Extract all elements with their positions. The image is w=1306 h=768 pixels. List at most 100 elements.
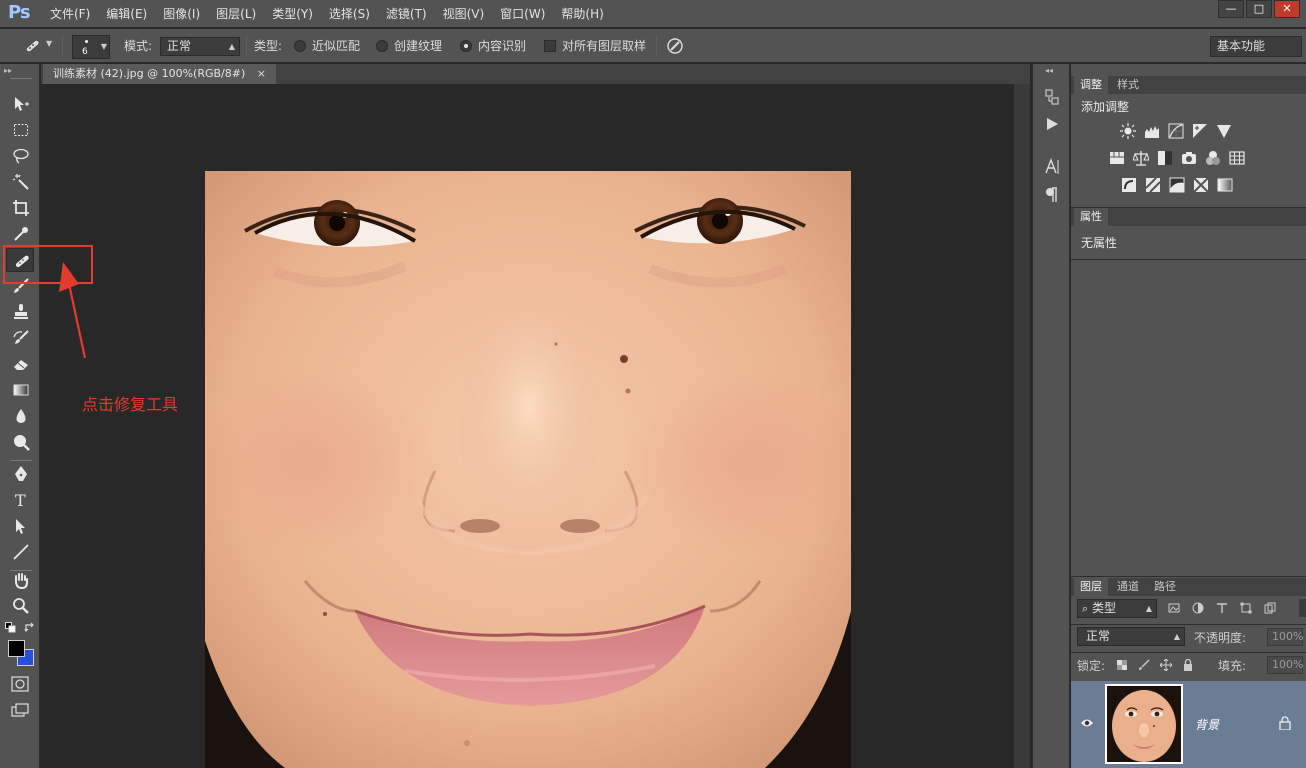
black-white-button[interactable] <box>1157 150 1173 166</box>
filter-smart-object-icon[interactable] <box>1264 602 1276 614</box>
invert-button[interactable] <box>1121 177 1137 193</box>
document-image[interactable] <box>205 171 851 768</box>
tool-zoom[interactable] <box>6 594 34 618</box>
lasso-tool-icon <box>13 148 29 164</box>
mode-select[interactable]: 正常 ▲ <box>160 37 240 56</box>
threshold-button[interactable] <box>1169 177 1185 193</box>
screen-mode-icon[interactable] <box>11 702 29 718</box>
tab-paths[interactable]: 路径 <box>1148 578 1182 596</box>
tool-clone-stamp[interactable] <box>6 300 34 324</box>
tool-path-selection[interactable] <box>6 514 34 538</box>
tool-preset-picker[interactable]: ▼ <box>22 37 52 55</box>
color-lookup-button[interactable] <box>1229 150 1245 166</box>
opacity-input[interactable]: 100% <box>1267 628 1303 646</box>
menu-select[interactable]: 选择(S) <box>321 0 378 28</box>
menu-type[interactable]: 类型(Y) <box>264 0 321 28</box>
tool-history-brush[interactable] <box>6 326 34 350</box>
foreground-color-swatch[interactable] <box>8 640 25 657</box>
updown-arrows-icon: ▲ <box>228 42 235 51</box>
menu-window[interactable]: 窗口(W) <box>492 0 553 28</box>
tool-marquee[interactable] <box>6 118 34 142</box>
tool-pen[interactable] <box>6 462 34 486</box>
tool-gradient[interactable] <box>6 378 34 402</box>
fill-input[interactable]: 100% <box>1267 656 1303 674</box>
color-balance-button[interactable] <box>1132 150 1150 166</box>
eyedropper-icon <box>14 227 28 241</box>
exposure-button[interactable] <box>1192 123 1208 139</box>
lock-transparent-icon[interactable] <box>1116 659 1128 671</box>
close-tab-icon[interactable]: × <box>257 67 266 80</box>
tool-blur[interactable] <box>6 404 34 428</box>
sample-all-layers-checkbox[interactable] <box>544 40 556 52</box>
radio-create-texture[interactable] <box>376 40 388 52</box>
tab-adjustments[interactable]: 调整 <box>1074 76 1108 94</box>
menu-view[interactable]: 视图(V) <box>435 0 493 28</box>
tab-channels[interactable]: 通道 <box>1111 578 1145 596</box>
layer-filter-select[interactable]: ⌕ 类型 ▲ <box>1077 599 1157 618</box>
selective-color-button[interactable] <box>1193 177 1209 193</box>
workspace-switcher[interactable]: 基本功能 <box>1210 36 1302 57</box>
tool-hand[interactable] <box>6 568 34 592</box>
tool-type[interactable]: T <box>6 488 34 512</box>
document-tab[interactable]: 训练素材 (42).jpg @ 100%(RGB/8#) × <box>43 64 276 84</box>
blend-mode-select[interactable]: 正常 ▲ <box>1077 627 1185 646</box>
maximize-button[interactable]: □ <box>1246 0 1272 18</box>
menu-image[interactable]: 图像(I) <box>155 0 208 28</box>
tool-eyedropper[interactable] <box>6 222 34 246</box>
lock-image-icon[interactable] <box>1138 659 1150 671</box>
brush-size-picker[interactable]: 6 ▼ <box>72 35 110 59</box>
hue-saturation-button[interactable] <box>1109 150 1125 166</box>
tab-properties[interactable]: 属性 <box>1074 208 1108 226</box>
levels-button[interactable] <box>1144 123 1160 139</box>
brightness-contrast-button[interactable] <box>1120 123 1136 139</box>
tool-line[interactable] <box>6 540 34 564</box>
move-tool-icon <box>15 97 29 111</box>
tool-eraser[interactable] <box>6 352 34 376</box>
photo-filter-button[interactable] <box>1181 150 1197 166</box>
history-panel-button[interactable] <box>1042 88 1062 108</box>
menu-file[interactable]: 文件(F) <box>42 0 98 28</box>
menu-filter[interactable]: 滤镜(T) <box>378 0 435 28</box>
default-colors-icon[interactable] <box>5 622 17 634</box>
pressure-brush-icon[interactable] <box>666 37 684 55</box>
character-panel-button[interactable] <box>1042 158 1062 178</box>
menu-layer[interactable]: 图层(L) <box>208 0 264 28</box>
menu-edit[interactable]: 编辑(E) <box>98 0 155 28</box>
gradient-map-button[interactable] <box>1217 177 1233 193</box>
filter-shape-icon[interactable] <box>1240 602 1252 614</box>
curves-button[interactable] <box>1168 123 1184 139</box>
vibrance-button[interactable] <box>1216 123 1232 139</box>
tool-move[interactable] <box>6 92 34 116</box>
marquee-tool-icon <box>14 124 28 136</box>
tab-layers[interactable]: 图层 <box>1074 578 1108 596</box>
swap-colors-icon[interactable] <box>24 622 36 634</box>
layer-row-background[interactable]: 背景 <box>1071 681 1306 768</box>
tool-crop[interactable] <box>6 196 34 220</box>
posterize-button[interactable] <box>1145 177 1161 193</box>
filter-toggle[interactable] <box>1299 599 1306 617</box>
zoom-tool-icon <box>13 598 29 614</box>
radio-content-aware[interactable] <box>460 40 472 52</box>
radio-proximity-match[interactable] <box>294 40 306 52</box>
eye-icon[interactable] <box>1080 717 1094 729</box>
tool-magic-wand[interactable] <box>6 170 34 194</box>
tab-styles[interactable]: 样式 <box>1111 76 1145 94</box>
quick-mask-icon[interactable] <box>11 676 29 692</box>
close-button[interactable]: ✕ <box>1274 0 1300 18</box>
line-tool-icon <box>13 544 29 560</box>
lock-all-icon[interactable] <box>1182 659 1194 671</box>
lock-position-icon[interactable] <box>1160 659 1172 671</box>
filter-type-icon[interactable] <box>1216 602 1228 614</box>
menu-help[interactable]: 帮助(H) <box>553 0 611 28</box>
vertical-scrollbar[interactable] <box>1014 84 1030 768</box>
tool-dodge[interactable] <box>6 430 34 454</box>
filter-adjustment-icon[interactable] <box>1192 602 1204 614</box>
panel-collapse-icon[interactable]: ▸▸ <box>4 66 12 75</box>
tool-lasso[interactable] <box>6 144 34 168</box>
paragraph-panel-button[interactable] <box>1042 186 1062 206</box>
collapse-dock-icon[interactable]: ◂◂ <box>1045 66 1053 75</box>
actions-panel-button[interactable] <box>1042 116 1062 136</box>
filter-pixel-icon[interactable] <box>1168 602 1180 614</box>
minimize-button[interactable]: — <box>1218 0 1244 18</box>
channel-mixer-button[interactable] <box>1205 150 1221 166</box>
